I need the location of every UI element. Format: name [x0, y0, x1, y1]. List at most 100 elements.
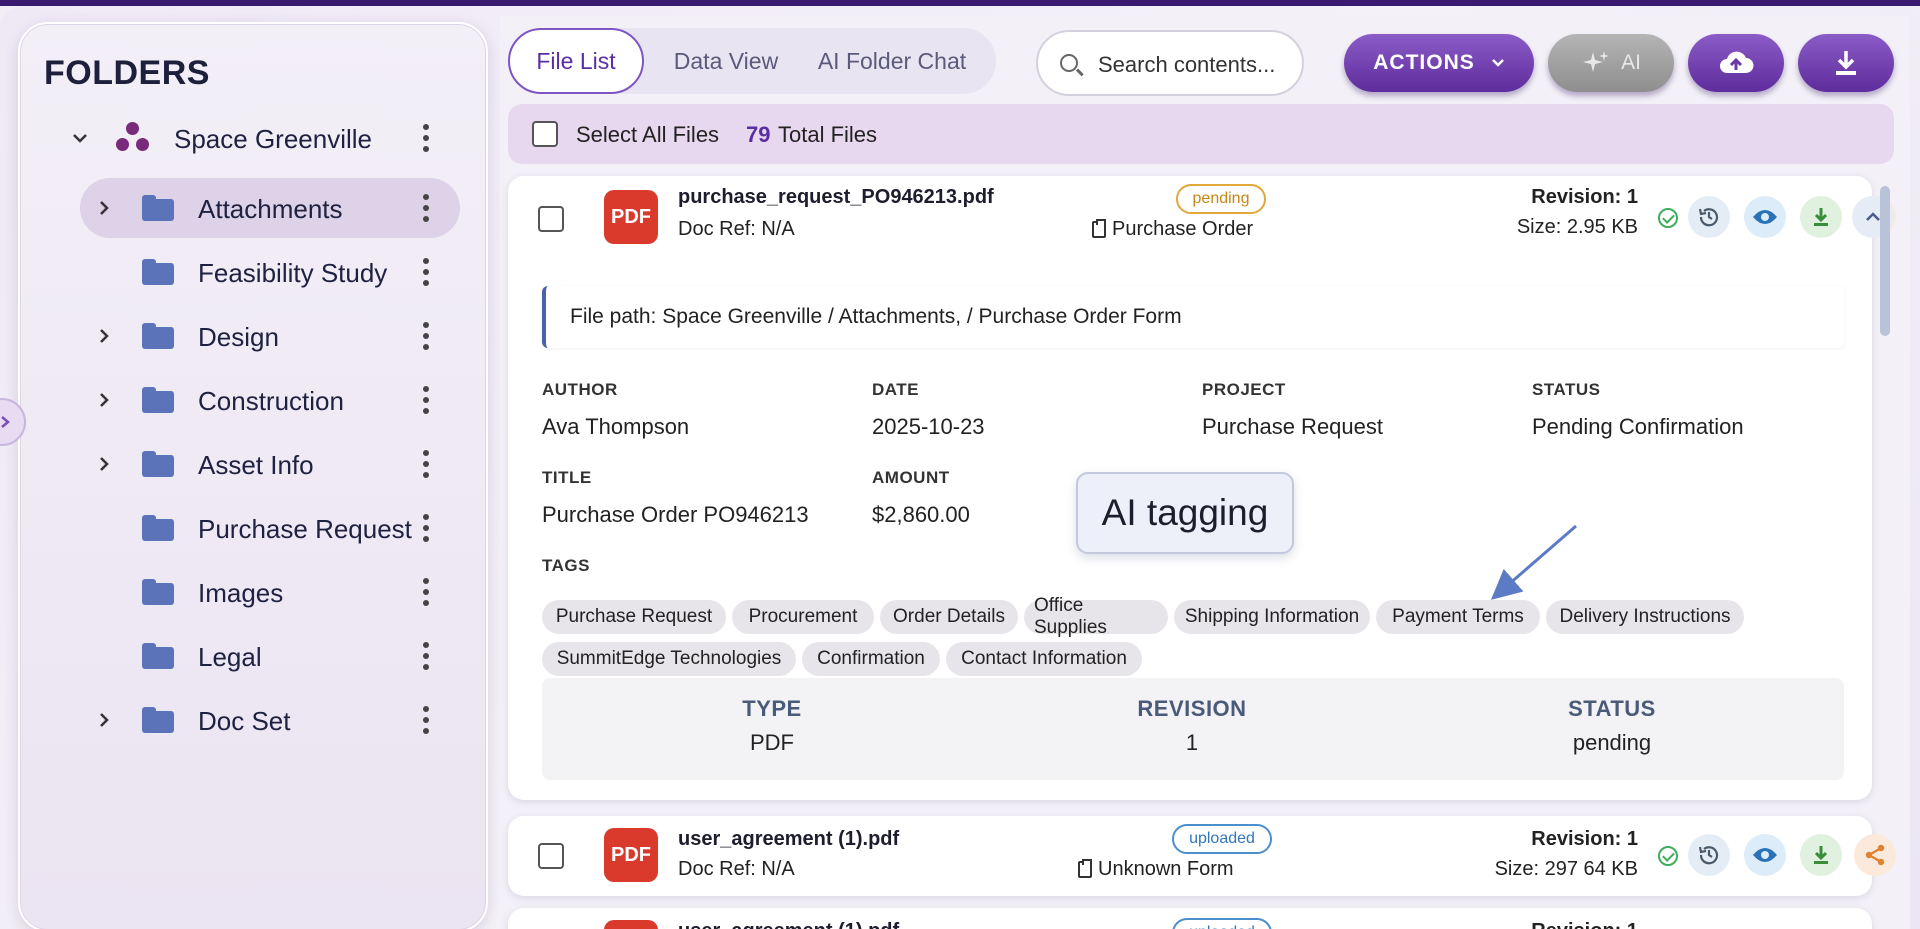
sidebar-item-attachments[interactable]: Attachments — [20, 178, 490, 238]
actions-button[interactable]: ACTIONS — [1344, 34, 1534, 92]
more-options-icon[interactable] — [422, 258, 430, 286]
sidebar-root-space-greenville[interactable]: Space Greenville — [20, 108, 490, 168]
view-button[interactable] — [1744, 834, 1786, 876]
ai-label: AI — [1621, 51, 1641, 74]
file-download-button[interactable] — [1800, 196, 1842, 238]
sidebar-item-asset-info[interactable]: Asset Info — [20, 434, 490, 494]
space-icon — [116, 122, 150, 152]
tag-chip[interactable]: Contact Information — [946, 642, 1142, 676]
main-panel: File List Data View AI Folder Chat ACTIO… — [500, 16, 1910, 929]
file-path-box: File path: Space Greenville / Attachment… — [542, 286, 1844, 348]
search-input[interactable] — [1098, 50, 1293, 80]
select-all-checkbox[interactable] — [532, 121, 558, 147]
chevron-right-icon[interactable] — [96, 200, 112, 216]
file-size: Size: 297 64 KB — [1494, 858, 1638, 880]
scrollbar[interactable] — [1880, 186, 1890, 336]
more-options-icon[interactable] — [422, 194, 430, 222]
chevron-down-icon[interactable] — [72, 130, 88, 146]
tag-chip[interactable]: SummitEdge Technologies — [542, 642, 796, 676]
folder-icon — [142, 515, 174, 541]
sidebar-title: FOLDERS — [44, 54, 210, 92]
more-options-icon[interactable] — [422, 124, 430, 152]
chevron-right-icon[interactable] — [96, 456, 112, 472]
more-options-icon[interactable] — [422, 578, 430, 606]
more-options-icon[interactable] — [422, 450, 430, 478]
folder-icon — [142, 195, 174, 221]
file-size: Size: 2.95 KB — [1516, 216, 1638, 238]
summary-status-label: STATUS — [1568, 696, 1656, 721]
doc-ref: Doc Ref: N/A — [678, 858, 795, 880]
tag-chip[interactable]: Shipping Information — [1174, 600, 1370, 634]
share-button[interactable] — [1854, 834, 1896, 876]
search-icon — [1060, 54, 1078, 72]
more-options-icon[interactable] — [422, 322, 430, 350]
file-name[interactable]: user_agreement (1).pdf — [678, 920, 899, 929]
tab-file-list[interactable]: File List — [508, 28, 644, 94]
chevron-up-icon — [1866, 212, 1880, 221]
tag-chip[interactable]: Confirmation — [802, 642, 940, 676]
sidebar-item-construction[interactable]: Construction — [20, 370, 490, 430]
sidebar-item-legal[interactable]: Legal — [20, 626, 490, 686]
doc-ref: Doc Ref: N/A — [678, 218, 795, 240]
file-name[interactable]: purchase_request_PO946213.pdf — [678, 186, 994, 209]
status-badge: uploaded — [1172, 918, 1272, 929]
file-download-button[interactable] — [1800, 834, 1842, 876]
chevron-right-icon[interactable] — [96, 328, 112, 344]
download-icon — [1836, 51, 1856, 75]
download-icon — [1814, 208, 1828, 226]
view-button[interactable] — [1744, 196, 1786, 238]
amount-value: $2,860.00 — [872, 502, 970, 527]
summary-type-label: TYPE — [742, 696, 802, 721]
tab-data-view[interactable]: Data View — [658, 28, 794, 94]
cloud-upload-icon — [1720, 51, 1754, 73]
tag-chip[interactable]: Office Supplies — [1024, 595, 1168, 638]
clipboard-icon — [1092, 219, 1106, 238]
pdf-icon: PDF — [604, 190, 658, 244]
app-frame: FOLDERS Space Greenville Attachments Fea — [0, 6, 1920, 929]
sidebar-item-images[interactable]: Images — [20, 562, 490, 622]
summary-revision-label: REVISION — [1137, 696, 1247, 721]
more-options-icon[interactable] — [422, 386, 430, 414]
history-button[interactable] — [1688, 196, 1730, 238]
revision: Revision: 1 — [1422, 920, 1638, 929]
form-type-label: Purchase Order — [1112, 218, 1254, 240]
more-options-icon[interactable] — [422, 514, 430, 542]
download-button[interactable] — [1798, 34, 1894, 92]
sidebar-item-purchase-request[interactable]: Purchase Request — [20, 498, 490, 558]
file-checkbox[interactable] — [538, 843, 564, 869]
tag-chip[interactable]: Order Details — [880, 600, 1018, 634]
tag-chip[interactable]: Payment Terms — [1376, 600, 1540, 634]
form-type-label: Unknown Form — [1098, 858, 1234, 880]
sidebar-item-doc-set[interactable]: Doc Set — [20, 690, 490, 750]
sidebar-item-feasibility-study[interactable]: Feasibility Study — [20, 242, 490, 302]
summary-revision-value: 1 — [1185, 730, 1199, 755]
chevron-right-icon[interactable] — [96, 712, 112, 728]
folder-icon — [142, 323, 174, 349]
date-value: 2025-10-23 — [872, 414, 985, 439]
folder-icon — [142, 387, 174, 413]
ai-button[interactable]: AI — [1548, 34, 1674, 92]
tag-chip[interactable]: Purchase Request — [542, 600, 726, 634]
select-bar: Select All Files 79 Total Files — [508, 104, 1894, 164]
tag-chip[interactable]: Delivery Instructions — [1546, 600, 1744, 634]
chevron-right-icon[interactable] — [96, 392, 112, 408]
more-options-icon[interactable] — [422, 706, 430, 734]
tab-ai-folder-chat[interactable]: AI Folder Chat — [804, 28, 980, 94]
chevron-down-icon — [1491, 59, 1504, 67]
summary-status-value: pending — [1572, 730, 1652, 755]
status-value: Pending Confirmation — [1532, 414, 1744, 439]
clipboard-icon — [1078, 859, 1092, 878]
sidebar-item-design[interactable]: Design — [20, 306, 490, 366]
sidebar-item-label: Attachments — [198, 194, 343, 224]
upload-button[interactable] — [1688, 34, 1784, 92]
title-value: Purchase Order PO946213 — [542, 502, 809, 527]
folder-icon — [142, 643, 174, 669]
more-options-icon[interactable] — [422, 642, 430, 670]
file-name[interactable]: user_agreement (1).pdf — [678, 828, 899, 851]
tag-chip[interactable]: Procurement — [732, 600, 874, 634]
file-checkbox[interactable] — [538, 206, 564, 232]
project-value: Purchase Request — [1202, 414, 1383, 439]
pdf-icon: PDF — [604, 920, 658, 929]
status-badge: uploaded — [1172, 824, 1272, 854]
history-button[interactable] — [1688, 834, 1730, 876]
